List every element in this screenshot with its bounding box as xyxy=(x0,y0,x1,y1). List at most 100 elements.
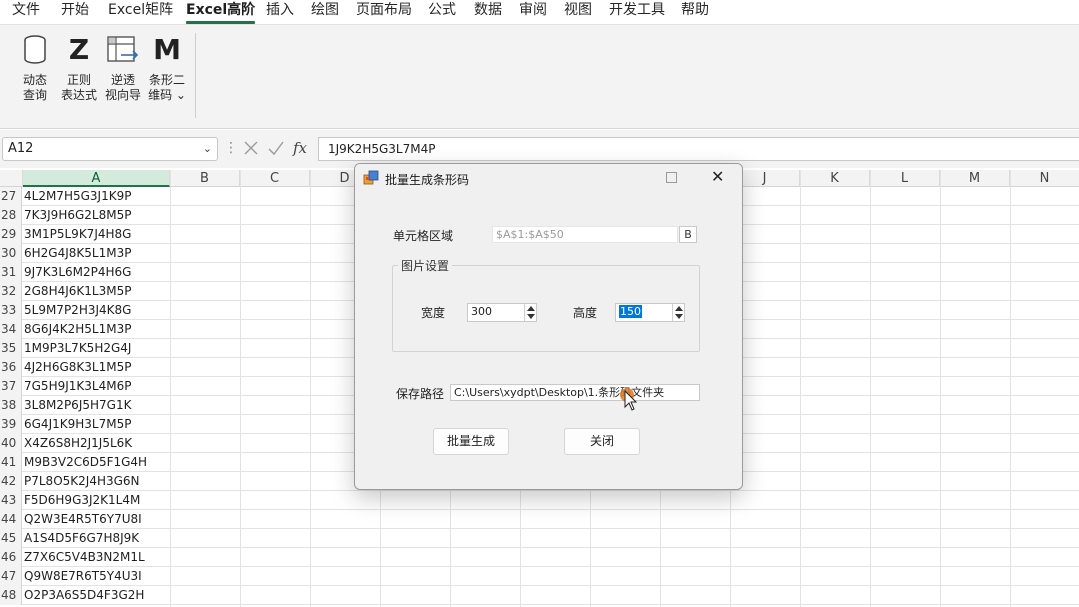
cell-a[interactable]: 5L9M7P2H3J4K8G xyxy=(24,301,170,320)
cell-a[interactable]: 4L2M7H5G3J1K9P xyxy=(24,187,170,206)
save-path-input[interactable]: C:\Users\xydpt\Desktop\1.条形码文件夹 xyxy=(450,384,700,401)
row-header[interactable]: 31 xyxy=(0,263,22,282)
barcode-qrcode-label: 条形二 维码 ⌄ xyxy=(148,73,186,102)
cell-a[interactable]: 7K3J9H6G2L8M5P xyxy=(24,206,170,225)
letter-m-icon: M xyxy=(153,33,181,66)
cell-a[interactable]: P7L8O5K2J4H3G6N xyxy=(24,472,170,491)
cell-a[interactable]: Q2W3E4R5T6Y7U8I xyxy=(24,510,170,529)
table-row: 45 A1S4D5F6G7H8J9K xyxy=(0,529,1079,548)
column-header-l[interactable]: L xyxy=(870,170,940,187)
tab-formulas[interactable]: 公式 xyxy=(428,0,456,24)
app-icon xyxy=(363,170,379,186)
tab-help[interactable]: 帮助 xyxy=(681,0,709,24)
cell-a[interactable]: 9J7K3L6M2P4H6G xyxy=(24,263,170,282)
chevron-down-icon[interactable]: ⌄ xyxy=(203,138,212,160)
tab-insert[interactable]: 插入 xyxy=(266,0,294,24)
column-header-k[interactable]: K xyxy=(800,170,870,187)
row-header[interactable]: 41 xyxy=(0,453,22,472)
cell-a[interactable]: 8G6J4K2H5L1M3P xyxy=(24,320,170,339)
tab-file[interactable]: 文件 xyxy=(12,0,40,24)
cell-a[interactable]: 6H2G4J8K5L1M3P xyxy=(24,244,170,263)
tab-view[interactable]: 视图 xyxy=(564,0,592,24)
cell-a[interactable]: 4J2H6G8K3L1M5P xyxy=(24,358,170,377)
row-header[interactable]: 42 xyxy=(0,472,22,491)
dialog-title: 批量生成条形码 xyxy=(385,173,470,187)
image-settings-title: 图片设置 xyxy=(398,257,453,274)
database-cylinder-icon xyxy=(23,35,47,69)
cell-a[interactable]: X4Z6S8H2J1J5L6K xyxy=(24,434,170,453)
tab-developer[interactable]: 开发工具 xyxy=(609,0,665,24)
column-header-a[interactable]: A xyxy=(23,170,170,187)
cell-a[interactable]: 3L8M2P6J5H7G1K xyxy=(24,396,170,415)
mouse-cursor-icon xyxy=(618,386,642,416)
row-header[interactable]: 46 xyxy=(0,548,22,567)
row-header[interactable]: 45 xyxy=(0,529,22,548)
row-header[interactable]: 33 xyxy=(0,301,22,320)
row-header[interactable]: 30 xyxy=(0,244,22,263)
cell-a[interactable]: Q9W8E7R6T5Y4U3I xyxy=(24,567,170,586)
cell-a[interactable]: 1M9P3L7K5H2G4J xyxy=(24,339,170,358)
cell-a[interactable]: 3M1P5L9K7J4H8G xyxy=(24,225,170,244)
maximize-icon[interactable] xyxy=(666,172,677,183)
row-header[interactable]: 43 xyxy=(0,491,22,510)
formula-input[interactable]: 1J9K2H5G3L7M4P xyxy=(318,137,1079,161)
cell-a[interactable]: A1S4D5F6G7H8J9K xyxy=(24,529,170,548)
width-stepper[interactable]: 300 xyxy=(467,303,537,322)
row-header[interactable]: 29 xyxy=(0,225,22,244)
close-button[interactable]: 关闭 xyxy=(564,428,640,455)
more-options-icon[interactable]: ⋮ xyxy=(224,140,238,156)
height-stepper[interactable]: 150 xyxy=(615,303,685,322)
spinner-arrows-icon[interactable] xyxy=(672,304,684,321)
cell-a[interactable]: 6G4J1K9H3L7M5P xyxy=(24,415,170,434)
cell-a[interactable]: 7G5H9J1K3L4M6P xyxy=(24,377,170,396)
batch-generate-button[interactable]: 批量生成 xyxy=(433,428,509,455)
cell-range-input[interactable]: $A$1:$A$50 xyxy=(492,226,678,243)
insert-function-icon[interactable]: fx xyxy=(293,137,307,159)
cell-a[interactable]: Z7X6C5V4B3N2M1L xyxy=(24,548,170,567)
dynamic-query-button[interactable]: 动态 查询 xyxy=(12,31,58,121)
row-header[interactable]: 40 xyxy=(0,434,22,453)
regex-label: 正则 表达式 xyxy=(60,73,97,102)
table-row: 47 Q9W8E7R6T5Y4U3I xyxy=(0,567,1079,586)
barcode-qrcode-button[interactable]: M 条形二 维码 ⌄ xyxy=(144,31,190,121)
cancel-icon[interactable] xyxy=(242,139,260,161)
row-header[interactable]: 47 xyxy=(0,567,22,586)
dialog-title-bar[interactable]: 批量生成条形码 ✕ xyxy=(355,164,742,192)
row-header[interactable]: 44 xyxy=(0,510,22,529)
tab-draw[interactable]: 绘图 xyxy=(311,0,339,24)
cell-a[interactable]: F5D6H9G3J2K1L4M xyxy=(24,491,170,510)
column-header-c[interactable]: C xyxy=(240,170,310,187)
row-header[interactable]: 38 xyxy=(0,396,22,415)
tab-data[interactable]: 数据 xyxy=(474,0,502,24)
column-header-n[interactable]: N xyxy=(1010,170,1079,187)
name-box[interactable]: A12 ⌄ xyxy=(2,137,218,161)
column-header-m[interactable]: M xyxy=(940,170,1010,187)
cell-a[interactable]: O2P3A6S5D4F3G2H xyxy=(24,586,170,605)
unpivot-wizard-button[interactable]: 逆透 视向导 xyxy=(100,31,146,121)
tab-home[interactable]: 开始 xyxy=(61,0,89,24)
regex-button[interactable]: Z 正则 表达式 xyxy=(56,31,102,121)
row-header[interactable]: 32 xyxy=(0,282,22,301)
table-row: 48 O2P3A6S5D4F3G2H xyxy=(0,586,1079,605)
column-header-b[interactable]: B xyxy=(170,170,240,187)
select-all-corner[interactable] xyxy=(0,170,23,187)
cell-a[interactable]: M9B3V2C6D5F1G4H xyxy=(24,453,170,472)
tab-excel-advanced[interactable]: Excel高阶 xyxy=(186,0,256,24)
row-header[interactable]: 39 xyxy=(0,415,22,434)
row-header[interactable]: 36 xyxy=(0,358,22,377)
row-header[interactable]: 28 xyxy=(0,206,22,225)
row-header[interactable]: 27 xyxy=(0,187,22,206)
tab-excel-matrix[interactable]: Excel矩阵 xyxy=(108,0,173,24)
range-select-button[interactable]: B xyxy=(679,226,697,243)
row-header[interactable]: 48 xyxy=(0,586,22,605)
spinner-arrows-icon[interactable] xyxy=(524,304,536,321)
ribbon-group-divider xyxy=(195,33,196,118)
row-header[interactable]: 34 xyxy=(0,320,22,339)
close-icon[interactable]: ✕ xyxy=(711,168,724,186)
row-header[interactable]: 35 xyxy=(0,339,22,358)
row-header[interactable]: 37 xyxy=(0,377,22,396)
cell-a[interactable]: 2G8H4J6K1L3M5P xyxy=(24,282,170,301)
tab-page-layout[interactable]: 页面布局 xyxy=(356,0,412,24)
tab-review[interactable]: 审阅 xyxy=(519,0,547,24)
confirm-icon[interactable] xyxy=(267,139,285,161)
